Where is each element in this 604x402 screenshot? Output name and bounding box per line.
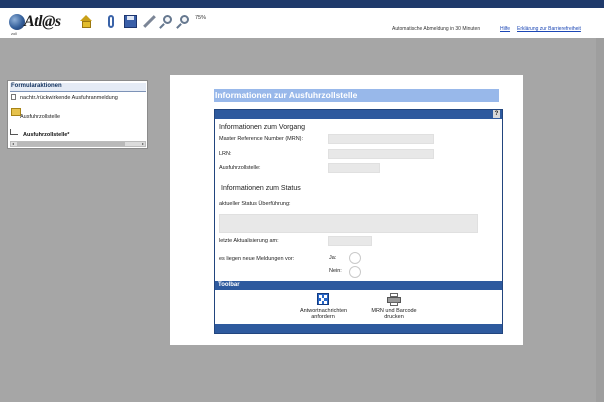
form-box: ? Informationen zum Vorgang Master Refer… xyxy=(214,109,503,334)
scroll-thumb[interactable] xyxy=(17,142,125,146)
current-form-item[interactable]: Ausfuhrzollstelle* xyxy=(23,132,69,138)
new-messages-label: es liegen neue Meldungen vor: xyxy=(219,256,295,262)
form-bottom-bar xyxy=(215,324,502,333)
ausfuhrzollstelle-label: Ausfuhrzollstelle: xyxy=(219,165,261,171)
document-icon xyxy=(11,94,16,100)
status-label: aktueller Status Überführung: xyxy=(219,201,291,207)
mrn-field[interactable] xyxy=(328,134,434,144)
pen-icon[interactable] xyxy=(143,15,156,28)
print-mrn-barcode-button[interactable]: MRN und Barcode drucken xyxy=(370,293,418,323)
home-icon[interactable] xyxy=(80,15,93,28)
printer-icon xyxy=(387,293,401,306)
last-update-label: letzte Aktualisierung am: xyxy=(219,238,279,244)
logo-subtext: zoll xyxy=(11,31,18,36)
help-link[interactable]: Hilfe xyxy=(500,26,510,32)
request-answers-label-2: anfordern xyxy=(311,314,335,320)
top-strip xyxy=(0,0,604,8)
horizontal-scrollbar[interactable]: ◂ ▸ xyxy=(10,141,146,147)
toolbar-bar: Toolbar xyxy=(215,281,502,290)
status-field[interactable] xyxy=(219,214,478,233)
atlas-logo[interactable]: Atl@s zoll xyxy=(9,12,61,36)
zoom-out-icon[interactable] xyxy=(159,15,173,29)
mrn-label: Master Reference Number (MRN): xyxy=(219,136,304,142)
no-radio[interactable] xyxy=(349,266,361,278)
request-answers-button[interactable]: Antwortnachrichten anfordern xyxy=(300,293,347,323)
section-vorgang: Informationen zum Vorgang xyxy=(219,124,305,131)
option-yes-label: Ja: xyxy=(329,255,337,261)
help-icon[interactable]: ? xyxy=(493,110,500,118)
option-no-label: Nein: xyxy=(329,268,342,274)
scroll-left-icon[interactable]: ◂ xyxy=(12,142,14,146)
request-answers-icon xyxy=(317,293,329,305)
auto-logout-text: Automatische Abmeldung in 30 Minuten xyxy=(392,26,481,32)
zoom-level: 75% xyxy=(195,15,207,21)
form-actions-panel: Formularaktionen nachtr./rückwirkende Au… xyxy=(7,80,148,149)
action-item-label: nachtr./rückwirkende Ausfuhranmeldung xyxy=(20,95,118,101)
print-label-2: drucken xyxy=(384,314,404,320)
tree-connector-branch xyxy=(10,134,18,135)
globe-icon xyxy=(9,14,25,30)
scroll-right-icon[interactable]: ▸ xyxy=(142,142,144,146)
lrn-field[interactable] xyxy=(328,149,434,159)
accessibility-link[interactable]: Erklärung zur Barrierefreiheit xyxy=(517,26,581,32)
zoom-in-icon[interactable] xyxy=(176,15,190,29)
app-header: Atl@s zoll 75% Automatische Abmeldung in… xyxy=(0,8,604,38)
yes-radio[interactable] xyxy=(349,252,361,264)
save-icon[interactable] xyxy=(124,15,137,28)
form-top-bar: ? xyxy=(215,110,502,119)
lrn-label: LRN: xyxy=(219,151,232,157)
last-update-field[interactable] xyxy=(328,236,372,246)
folder-label: Ausfuhrzollstelle xyxy=(20,114,61,120)
section-status: Informationen zum Status xyxy=(221,185,301,192)
form-panel: Informationen zur Ausfuhrzollstelle ? In… xyxy=(170,75,523,345)
vertical-scrollbar[interactable] xyxy=(596,38,604,402)
form-title: Informationen zur Ausfuhrzollstelle xyxy=(214,89,499,102)
form-actions-title: Formularaktionen xyxy=(10,83,146,92)
subsequent-declaration-link[interactable]: nachtr./rückwirkende Ausfuhranmeldung xyxy=(11,94,118,101)
ausfuhrzollstelle-field[interactable] xyxy=(328,163,380,173)
logo-text: Atl@s xyxy=(24,13,61,30)
paperclip-icon[interactable] xyxy=(105,15,118,28)
